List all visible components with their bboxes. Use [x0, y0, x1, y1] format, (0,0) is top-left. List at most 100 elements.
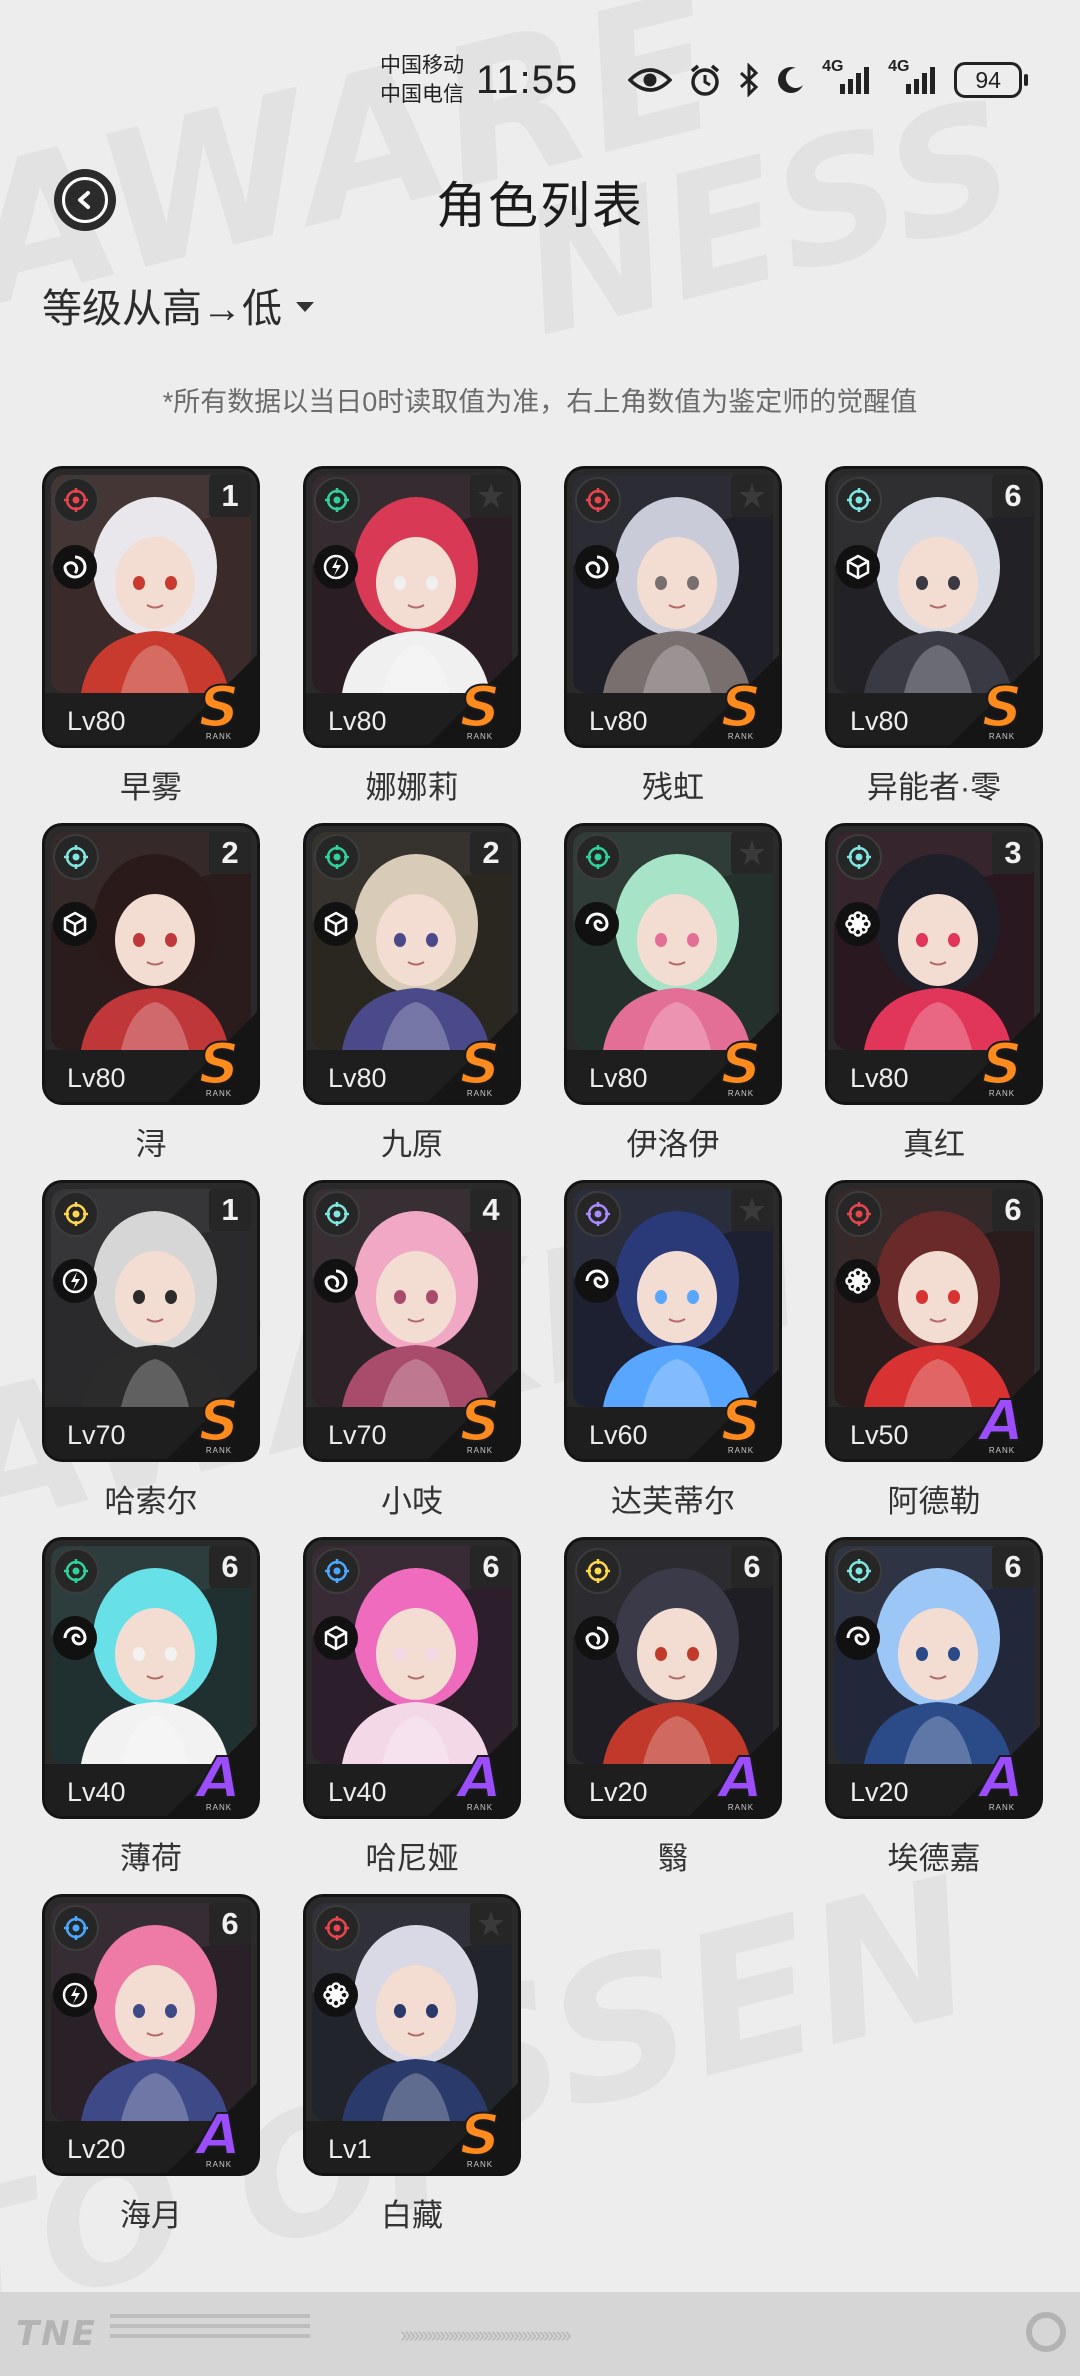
character-card[interactable]: Lv60 S RANK	[564, 1180, 782, 1462]
rank-badge: S RANK	[450, 677, 510, 742]
flower-icon	[836, 902, 880, 946]
character-level: Lv40	[67, 1777, 126, 1807]
character-card[interactable]: Lv80 S RANK 1	[42, 466, 260, 748]
rank-badge: A RANK	[450, 1748, 510, 1813]
character-card[interactable]: Lv70 S RANK 1	[42, 1180, 260, 1462]
character-cell: Lv80 S RANK 3 真红	[825, 823, 1043, 1180]
rank-letter: S	[198, 675, 240, 740]
flower-icon	[314, 1973, 358, 2017]
character-card[interactable]: Lv80 S RANK	[564, 823, 782, 1105]
character-name: 达芙蒂尔	[611, 1484, 735, 1519]
signal-icon-1: 4G	[822, 58, 872, 96]
character-card[interactable]: Lv80 S RANK	[303, 466, 521, 748]
rank-sub-label: RANK	[205, 1446, 233, 1455]
rank-letter: S	[459, 1032, 501, 1097]
character-cell: Lv60 S RANK 达芙蒂尔	[564, 1180, 782, 1537]
attribute-blue-icon	[314, 1548, 360, 1594]
awakening-empty-icon	[731, 475, 773, 517]
spiral-icon	[314, 1259, 358, 1303]
rank-sub-label: RANK	[988, 732, 1016, 741]
cube-icon	[314, 902, 358, 946]
cube-icon	[53, 902, 97, 946]
swirl-icon	[575, 1259, 619, 1303]
attribute-cyan-icon	[314, 1191, 360, 1237]
character-card[interactable]: Lv50 A RANK 6	[825, 1180, 1043, 1462]
character-card[interactable]: Lv80 S RANK 6	[825, 466, 1043, 748]
awakening-value: 4	[470, 1189, 512, 1231]
rank-letter: S	[720, 675, 762, 740]
carrier-info: 中国移动 中国电信	[380, 51, 464, 109]
rank-badge: S RANK	[450, 2105, 510, 2170]
rank-badge: A RANK	[972, 1391, 1032, 1456]
attribute-green-icon	[53, 1548, 99, 1594]
bluetooth-icon	[738, 63, 760, 97]
character-level: Lv1	[328, 2134, 372, 2164]
attribute-green-icon	[314, 834, 360, 880]
rank-sub-label: RANK	[988, 1803, 1016, 1812]
character-cell: Lv1 S RANK 白藏	[303, 1894, 521, 2251]
character-card[interactable]: Lv20 A RANK 6	[825, 1537, 1043, 1819]
moon-icon	[776, 65, 806, 95]
rank-letter: S	[981, 1032, 1023, 1097]
rank-sub-label: RANK	[727, 1089, 755, 1098]
awakening-value: 6	[731, 1546, 773, 1588]
character-level: Lv50	[850, 1420, 909, 1450]
attribute-yellow-icon	[53, 1191, 99, 1237]
footer-circle-icon	[1026, 2312, 1066, 2352]
attribute-cyan-icon	[836, 1548, 882, 1594]
attribute-blue-icon	[53, 1905, 99, 1951]
character-level: Lv60	[589, 1420, 648, 1450]
awakening-value: 6	[992, 1189, 1034, 1231]
rank-badge: S RANK	[711, 1034, 771, 1099]
character-card[interactable]: Lv80 S RANK 3	[825, 823, 1043, 1105]
rank-letter: A	[718, 1746, 763, 1811]
character-cell: Lv50 A RANK 6 阿德勒	[825, 1180, 1043, 1537]
rank-badge: S RANK	[189, 675, 249, 742]
cube-icon	[836, 545, 880, 589]
awakening-value: 6	[992, 1546, 1034, 1588]
character-card[interactable]: Lv40 A RANK 6	[42, 1537, 260, 1819]
rank-letter: S	[198, 1032, 240, 1097]
character-card[interactable]: Lv80 S RANK	[564, 466, 782, 748]
carrier-2: 中国电信	[380, 83, 464, 106]
rank-letter: S	[459, 1389, 501, 1454]
character-cell: Lv40 A RANK 6 薄荷	[42, 1537, 260, 1894]
character-cell: Lv70 S RANK 1 哈索尔	[42, 1180, 260, 1537]
footer-bar: TNE ››››››››››››››››››››››››››››››››››››…	[0, 2292, 1080, 2376]
character-card[interactable]: Lv40 A RANK 6	[303, 1537, 521, 1819]
network-label-2: 4G	[888, 58, 910, 75]
rank-sub-label: RANK	[988, 1446, 1016, 1455]
awakening-value: 2	[470, 832, 512, 874]
character-level: Lv80	[67, 1063, 126, 1093]
character-card[interactable]: Lv80 S RANK 2	[303, 823, 521, 1105]
character-card[interactable]: Lv70 S RANK 4	[303, 1180, 521, 1462]
footer-decoration	[110, 2314, 310, 2344]
character-cell: Lv80 S RANK 残虹	[564, 466, 782, 823]
character-level: Lv80	[589, 1063, 648, 1093]
awakening-value: 1	[209, 1189, 251, 1231]
awakening-value: 6	[470, 1546, 512, 1588]
rank-badge: S RANK	[189, 1032, 249, 1099]
footer-logo: TNE	[16, 2314, 97, 2354]
rank-sub-label: RANK	[466, 1446, 494, 1455]
rank-badge: S RANK	[711, 675, 771, 742]
sort-dropdown[interactable]: 等级从高→低	[42, 276, 314, 334]
rank-badge: A RANK	[972, 1748, 1032, 1813]
swirl-icon	[836, 1616, 880, 1660]
character-grid: Lv80 S RANK 1 早雾 Lv80 S RANK 娜娜莉 Lv80 S RANK 残虹 Lv80 S…	[42, 466, 1043, 2251]
attribute-cyan-icon	[53, 834, 99, 880]
character-card[interactable]: Lv80 S RANK 2	[42, 823, 260, 1105]
character-cell: Lv20 A RANK 6 海月	[42, 1894, 260, 2251]
character-card[interactable]: Lv1 S RANK	[303, 1894, 521, 2176]
character-level: Lv40	[328, 1777, 387, 1807]
data-note: *所有数据以当日0时读取值为准，右上角数值为鉴定师的觉醒值	[162, 387, 918, 417]
rank-badge: A RANK	[711, 1746, 771, 1813]
character-name: 小吱	[381, 1484, 443, 1519]
clock: 11:55	[476, 57, 579, 102]
character-card[interactable]: Lv20 A RANK 6	[564, 1537, 782, 1819]
character-card[interactable]: Lv20 A RANK 6	[42, 1894, 260, 2176]
character-level: Lv70	[67, 1420, 126, 1450]
character-cell: Lv40 A RANK 6 哈尼娅	[303, 1537, 521, 1894]
character-level: Lv80	[328, 706, 387, 736]
rank-sub-label: RANK	[205, 1803, 233, 1812]
